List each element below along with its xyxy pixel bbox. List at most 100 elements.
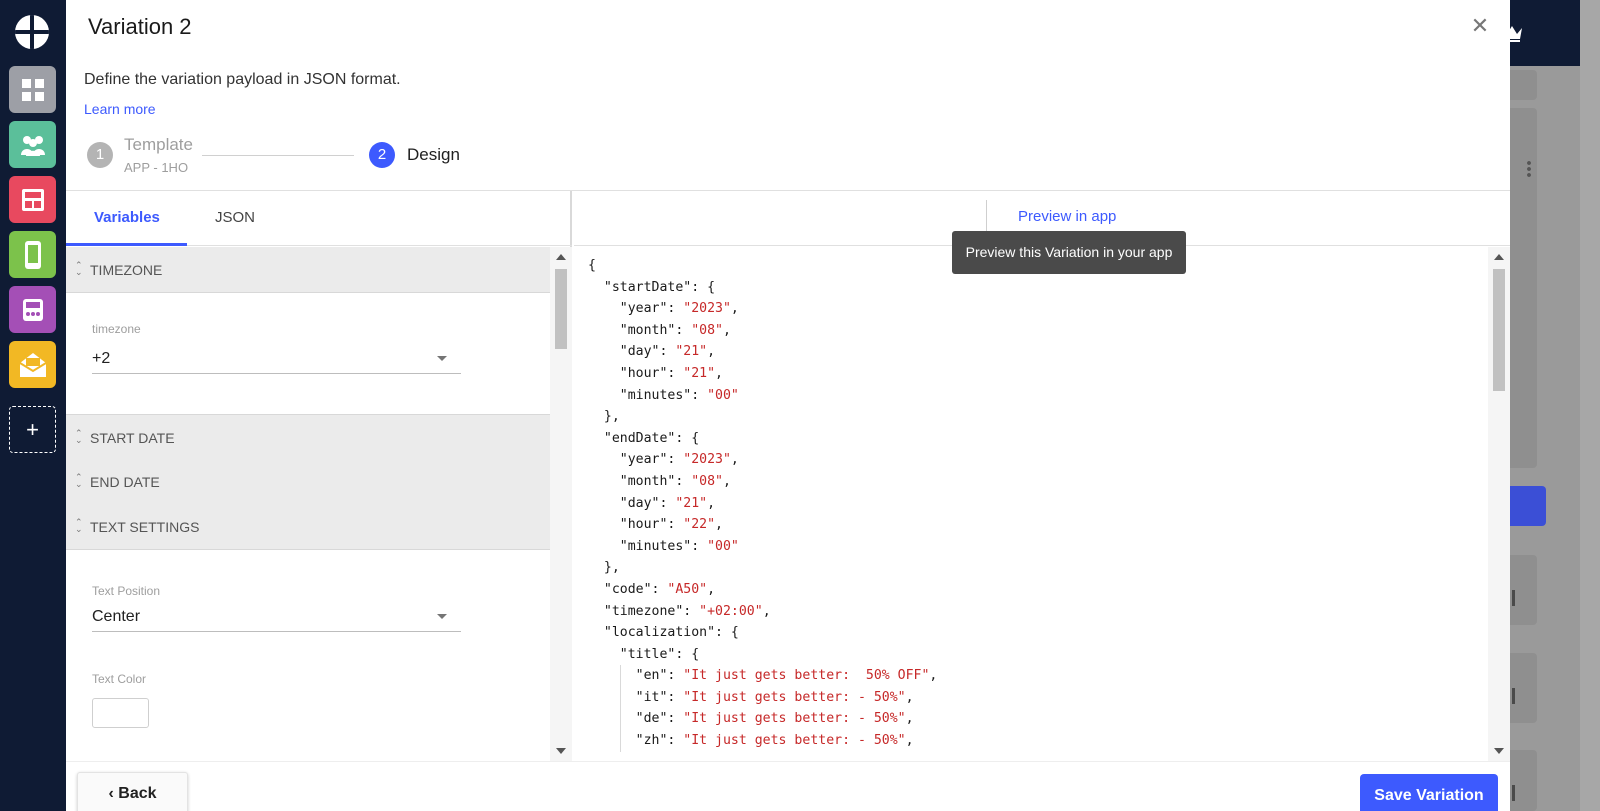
- code-key: "de":: [588, 711, 684, 727]
- bar-chart-icon: [1512, 688, 1530, 704]
- collapse-icon: ⌃ ⌄: [75, 260, 83, 277]
- code-key: },: [588, 560, 620, 576]
- code-key: "month":: [588, 322, 692, 338]
- code-line: "month": "08",: [574, 320, 1488, 342]
- editor-scrollbar[interactable]: [1488, 247, 1510, 761]
- active-tab-indicator: [66, 243, 187, 246]
- code-line: "year": "2023",: [574, 298, 1488, 320]
- code-line: "startDate": {: [574, 277, 1488, 299]
- modal-title: Variation 2: [88, 14, 192, 39]
- scroll-down-icon[interactable]: [556, 748, 566, 754]
- text-position-label: Text Position: [92, 584, 161, 598]
- code-key: "month":: [588, 473, 692, 489]
- code-string: "It just gets better: - 50%": [683, 689, 906, 705]
- code-string: "08": [691, 473, 723, 489]
- step-1-label[interactable]: Template: [124, 135, 193, 155]
- timezone-select[interactable]: +2: [92, 342, 461, 374]
- code-punctuation: ,: [715, 517, 723, 533]
- code-string: "22": [683, 517, 716, 533]
- scroll-up-icon[interactable]: [1494, 254, 1504, 260]
- save-variation-button[interactable]: Save Variation: [1360, 774, 1498, 811]
- code-punctuation: ,: [905, 733, 914, 749]
- tab-json[interactable]: JSON: [215, 209, 255, 226]
- code-string: "21": [675, 495, 708, 511]
- code-key: "localization": {: [588, 625, 739, 641]
- code-key: "zh":: [588, 733, 684, 749]
- tab-variables[interactable]: Variables: [94, 209, 160, 226]
- json-code-editor[interactable]: { "startDate": { "year": "2023", "month"…: [574, 247, 1488, 761]
- indent-guide: [620, 665, 621, 687]
- code-key: "code":: [588, 581, 668, 597]
- code-punctuation: ,: [730, 452, 739, 468]
- code-string: "00": [707, 387, 739, 403]
- expand-icon: ⌃ ⌄: [75, 472, 83, 489]
- modal-description: Define the variation payload in JSON for…: [84, 71, 401, 88]
- code-punctuation: ,: [762, 603, 771, 619]
- code-punctuation: ,: [715, 365, 723, 381]
- code-line: "en": "It just gets better: 50% OFF",: [574, 665, 1488, 687]
- step-2-label: Design: [407, 145, 460, 164]
- code-line: "minutes": "00": [574, 385, 1488, 407]
- collapse-icon: ⌃ ⌄: [75, 517, 83, 534]
- tab-bar: Variables JSON: [66, 191, 572, 246]
- layout-icon[interactable]: [9, 176, 56, 223]
- dropdown-caret-icon: [437, 356, 447, 361]
- code-punctuation: ,: [722, 473, 731, 489]
- kebab-icon: [1527, 160, 1531, 178]
- app-rail: +: [0, 0, 66, 811]
- dropdown-caret-icon: [437, 614, 447, 619]
- indent-guide: [620, 686, 621, 709]
- bar-chart-icon: [1512, 785, 1530, 801]
- text-position-select[interactable]: Center: [92, 600, 461, 632]
- code-key: "it":: [588, 689, 684, 705]
- scroll-up-icon[interactable]: [556, 254, 566, 260]
- preview-in-app-link[interactable]: Preview in app: [1018, 208, 1116, 225]
- code-key: "endDate": {: [588, 430, 700, 446]
- code-punctuation: ,: [707, 495, 716, 511]
- scroll-down-icon[interactable]: [1494, 748, 1504, 754]
- inbox-icon[interactable]: [9, 341, 56, 388]
- section-text-settings-header[interactable]: ⌃ ⌄ TEXT SETTINGS: [66, 504, 550, 550]
- text-position-value: Center: [92, 608, 141, 625]
- step-1-indicator[interactable]: 1: [87, 142, 113, 168]
- variation-modal: Variation 2 ✕ Define the variation paylo…: [66, 0, 1510, 811]
- section-start-date-header[interactable]: ⌃ ⌄ START DATE: [66, 414, 550, 460]
- logo-icon[interactable]: [15, 15, 49, 49]
- code-line: "code": "A50",: [574, 579, 1488, 601]
- mobile-icon[interactable]: [9, 231, 56, 278]
- code-string: "00": [707, 538, 739, 554]
- code-key: },: [588, 409, 620, 425]
- learn-more-link[interactable]: Learn more: [84, 101, 156, 117]
- page-scrollbar: [1580, 0, 1600, 811]
- section-title: START DATE: [90, 430, 175, 446]
- dashboard-icon[interactable]: [9, 66, 56, 113]
- step-2-indicator: 2: [369, 142, 395, 168]
- audience-icon[interactable]: [9, 121, 56, 168]
- code-line: "localization": {: [574, 622, 1488, 644]
- scroll-thumb[interactable]: [1493, 269, 1505, 391]
- add-app-button[interactable]: +: [9, 406, 56, 453]
- close-icon[interactable]: ✕: [1468, 14, 1492, 38]
- code-line: "zh": "It just gets better: - 50%",: [574, 730, 1488, 752]
- device-icon[interactable]: [9, 286, 56, 333]
- section-end-date-header[interactable]: ⌃ ⌄ END DATE: [66, 459, 550, 505]
- section-timezone-header[interactable]: ⌃ ⌄ TIMEZONE: [66, 247, 550, 293]
- code-key: "year":: [588, 452, 684, 468]
- modal-footer: ‹ Back Save Variation: [66, 761, 1510, 811]
- code-line: "minutes": "00": [574, 536, 1488, 558]
- code-string: "+02:00": [699, 603, 763, 619]
- code-line: "month": "08",: [574, 471, 1488, 493]
- back-button[interactable]: ‹ Back: [77, 772, 188, 811]
- text-color-picker[interactable]: [92, 698, 149, 728]
- code-punctuation: ,: [730, 301, 739, 317]
- variables-scrollbar[interactable]: [550, 247, 572, 761]
- code-line: "title": {: [574, 644, 1488, 666]
- code-key: "year":: [588, 301, 684, 317]
- scroll-thumb[interactable]: [555, 269, 567, 349]
- code-punctuation: ,: [929, 668, 938, 684]
- code-line: "hour": "21",: [574, 363, 1488, 385]
- code-punctuation: ,: [905, 711, 914, 727]
- json-editor-pane: Preview in app Preview this Variation in…: [574, 191, 1510, 761]
- code-line: "day": "21",: [574, 493, 1488, 515]
- variables-list: ⌃ ⌄ TIMEZONE timezone +2 ⌃ ⌄ START DATE ⌃ ⌄…: [66, 247, 550, 761]
